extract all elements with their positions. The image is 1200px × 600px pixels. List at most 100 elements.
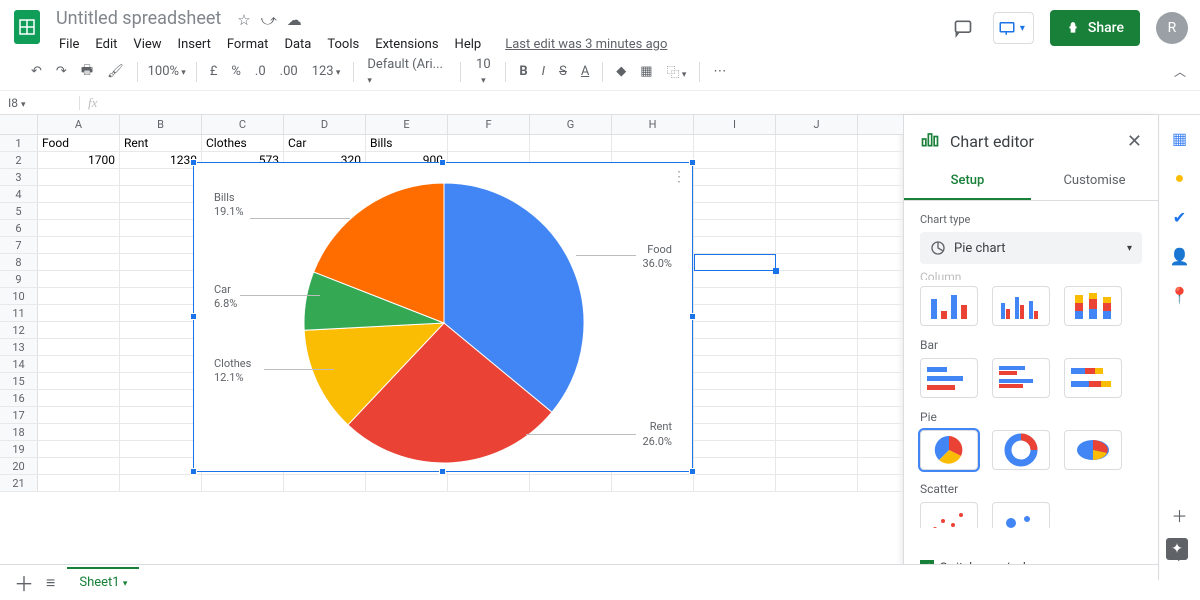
cell[interactable] bbox=[694, 135, 776, 151]
cell[interactable]: Bills bbox=[366, 135, 448, 151]
row-header[interactable]: 9 bbox=[0, 271, 38, 287]
cell[interactable] bbox=[694, 305, 776, 321]
zoom-select[interactable]: 100% bbox=[146, 60, 188, 83]
cell[interactable] bbox=[776, 373, 858, 389]
cell[interactable] bbox=[694, 271, 776, 287]
cell[interactable] bbox=[120, 288, 202, 304]
chart-menu-icon[interactable]: ⋮ bbox=[672, 169, 686, 185]
italic-button[interactable]: I bbox=[537, 60, 550, 83]
strike-button[interactable]: S bbox=[554, 60, 572, 83]
menu-tools[interactable]: Tools bbox=[320, 33, 366, 56]
cell[interactable]: Food bbox=[38, 135, 120, 151]
cell[interactable] bbox=[776, 458, 858, 474]
row-header[interactable]: 13 bbox=[0, 339, 38, 355]
cell[interactable]: Car bbox=[284, 135, 366, 151]
cell[interactable] bbox=[202, 475, 284, 491]
cell[interactable] bbox=[38, 424, 120, 440]
bold-button[interactable]: B bbox=[514, 60, 532, 83]
more-formats-button[interactable]: 123 bbox=[307, 60, 346, 83]
add-addon-icon[interactable]: ＋ bbox=[1171, 503, 1187, 527]
col-header[interactable]: H bbox=[612, 115, 694, 134]
cell[interactable] bbox=[120, 339, 202, 355]
add-sheet-icon[interactable]: ＋ bbox=[14, 568, 34, 597]
cell[interactable] bbox=[694, 373, 776, 389]
cell[interactable] bbox=[448, 135, 530, 151]
calendar-icon[interactable]: ▦ bbox=[1172, 129, 1187, 148]
cell[interactable] bbox=[120, 441, 202, 457]
last-edit-link[interactable]: Last edit was 3 minutes ago bbox=[498, 33, 674, 56]
cell[interactable] bbox=[776, 152, 858, 168]
formula-bar[interactable]: fx bbox=[80, 95, 105, 111]
percent-button[interactable]: % bbox=[226, 60, 246, 83]
menu-insert[interactable]: Insert bbox=[171, 33, 218, 56]
cell[interactable] bbox=[694, 441, 776, 457]
cell[interactable] bbox=[776, 407, 858, 423]
maps-icon[interactable]: 📍 bbox=[1170, 286, 1190, 305]
cell[interactable] bbox=[694, 152, 776, 168]
cell[interactable] bbox=[38, 220, 120, 236]
thumb-bar-grouped[interactable] bbox=[992, 358, 1050, 398]
row-header[interactable]: 4 bbox=[0, 186, 38, 202]
cell[interactable] bbox=[776, 356, 858, 372]
cell[interactable] bbox=[694, 407, 776, 423]
cell[interactable] bbox=[694, 424, 776, 440]
row-header[interactable]: 8 bbox=[0, 254, 38, 270]
menu-format[interactable]: Format bbox=[220, 33, 276, 56]
sheet-tab[interactable]: Sheet1 ▾ bbox=[67, 567, 139, 596]
cell[interactable] bbox=[776, 322, 858, 338]
present-button[interactable]: ▾ bbox=[993, 12, 1034, 44]
star-icon[interactable]: ☆ bbox=[237, 11, 250, 29]
row-header[interactable]: 21 bbox=[0, 475, 38, 491]
thumb-scatter[interactable] bbox=[920, 502, 978, 528]
thumb-column[interactable] bbox=[920, 286, 978, 326]
cell[interactable] bbox=[776, 203, 858, 219]
cell[interactable] bbox=[120, 356, 202, 372]
document-title[interactable]: Untitled spreadsheet bbox=[52, 6, 225, 31]
merge-icon[interactable]: ⿻ bbox=[662, 58, 692, 85]
cell[interactable] bbox=[612, 475, 694, 491]
cell[interactable] bbox=[120, 220, 202, 236]
menu-view[interactable]: View bbox=[126, 33, 168, 56]
cell[interactable] bbox=[120, 407, 202, 423]
col-header[interactable]: G bbox=[530, 115, 612, 134]
row-header[interactable]: 6 bbox=[0, 220, 38, 236]
print-icon[interactable]: 🖶 bbox=[76, 57, 98, 87]
row-header[interactable]: 2 bbox=[0, 152, 38, 168]
cell[interactable] bbox=[694, 339, 776, 355]
menu-edit[interactable]: Edit bbox=[88, 33, 124, 56]
cell[interactable] bbox=[38, 458, 120, 474]
cell[interactable] bbox=[120, 271, 202, 287]
row-header[interactable]: 3 bbox=[0, 169, 38, 185]
cell[interactable]: Clothes bbox=[202, 135, 284, 151]
thumb-column-stacked[interactable] bbox=[1064, 286, 1122, 326]
cell[interactable] bbox=[38, 356, 120, 372]
thumb-column-grouped[interactable] bbox=[992, 286, 1050, 326]
row-header[interactable]: 18 bbox=[0, 424, 38, 440]
cell[interactable] bbox=[120, 186, 202, 202]
currency-button[interactable]: £ bbox=[205, 60, 223, 83]
cell[interactable] bbox=[38, 407, 120, 423]
keep-icon[interactable]: ● bbox=[1175, 168, 1185, 188]
cell[interactable] bbox=[530, 135, 612, 151]
row-header[interactable]: 5 bbox=[0, 203, 38, 219]
cell[interactable] bbox=[776, 186, 858, 202]
cell[interactable]: 1700 bbox=[38, 152, 120, 168]
close-icon[interactable]: ✕ bbox=[1127, 131, 1142, 152]
cloud-icon[interactable]: ☁ bbox=[287, 11, 302, 29]
cell[interactable] bbox=[38, 322, 120, 338]
spreadsheet-grid[interactable]: A B C D E F G H I J 1FoodRentClothesCarB… bbox=[0, 115, 903, 580]
cell[interactable] bbox=[120, 390, 202, 406]
cell[interactable] bbox=[694, 203, 776, 219]
col-header[interactable]: F bbox=[448, 115, 530, 134]
fillcolor-icon[interactable]: ◆ bbox=[611, 60, 631, 83]
col-header[interactable]: J bbox=[776, 115, 858, 134]
thumb-pie-3d[interactable] bbox=[1064, 430, 1122, 470]
cell[interactable] bbox=[38, 254, 120, 270]
redo-icon[interactable]: ↷ bbox=[51, 60, 72, 83]
cell[interactable] bbox=[120, 373, 202, 389]
cell[interactable] bbox=[776, 288, 858, 304]
thumb-bar-stacked[interactable] bbox=[1064, 358, 1122, 398]
cell[interactable] bbox=[38, 441, 120, 457]
row-header[interactable]: 19 bbox=[0, 441, 38, 457]
borders-icon[interactable]: ▦ bbox=[635, 60, 657, 83]
